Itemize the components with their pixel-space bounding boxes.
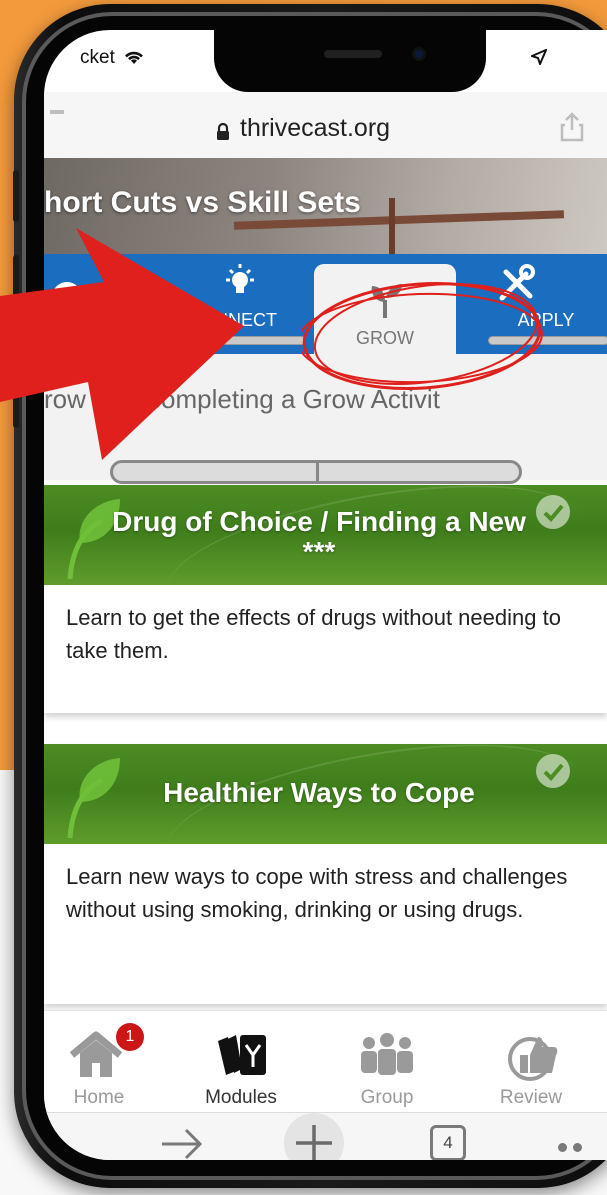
forward-arrow-icon[interactable] — [160, 1127, 204, 1160]
lock-icon — [217, 123, 229, 140]
activity-card[interactable]: Drug of Choice / Finding a New *** Learn… — [44, 485, 607, 713]
nav-group[interactable]: Group — [332, 1011, 442, 1113]
red-arrow-annotation — [0, 228, 244, 460]
front-camera — [412, 47, 426, 61]
location-arrow-icon — [531, 49, 547, 65]
tabs-count-button[interactable]: 4 — [430, 1125, 466, 1160]
modules-icon — [218, 1035, 266, 1075]
nav-group-label: Group — [360, 1087, 414, 1108]
checkmark-icon — [536, 495, 570, 529]
plus-icon — [296, 1125, 332, 1160]
nav-review[interactable]: Review — [476, 1011, 586, 1113]
nav-home[interactable]: 1 Home — [44, 1011, 154, 1113]
carrier-label: cket — [80, 47, 115, 68]
address-bar-edge-icon — [50, 110, 64, 140]
wifi-icon — [125, 51, 143, 64]
activity-card-description: Learn to get the effects of drugs withou… — [66, 605, 561, 663]
browser-toolbar: 4 — [44, 1112, 607, 1160]
activity-card-header: Healthier Ways to Cope — [44, 744, 607, 844]
activity-card-title: Healthier Ways to Cope — [163, 777, 475, 808]
activity-card-description: Learn new ways to cope with stress and c… — [66, 864, 568, 922]
phone-notch — [214, 30, 486, 92]
nav-modules-label: Modules — [205, 1087, 277, 1108]
nav-review-label: Review — [499, 1087, 563, 1108]
nav-home-label: Home — [73, 1087, 125, 1108]
activity-card-header: Drug of Choice / Finding a New *** — [44, 485, 607, 585]
progress-bar-divider — [316, 460, 319, 484]
back-arrow-icon[interactable] — [44, 1143, 58, 1147]
activity-card-title: Drug of Choice / Finding a New *** — [112, 506, 526, 567]
checkmark-icon — [536, 754, 570, 788]
highlight-circle-annotation — [302, 281, 543, 391]
nav-modules[interactable]: Modules — [186, 1011, 296, 1113]
new-tab-button[interactable] — [284, 1113, 344, 1160]
share-icon[interactable] — [560, 112, 584, 142]
more-menu-icon[interactable] — [558, 1139, 582, 1157]
notification-badge: 1 — [116, 1023, 144, 1051]
app-bottom-nav: 1 Home Modules Group Review — [44, 1010, 607, 1112]
speaker-grille — [324, 50, 382, 58]
group-icon — [361, 1033, 413, 1075]
activity-card[interactable]: Healthier Ways to Cope Learn new ways to… — [44, 744, 607, 1004]
browser-address-bar[interactable]: thrivecast.org — [44, 92, 607, 162]
url-text[interactable]: thrivecast.org — [240, 114, 390, 143]
thumbs-up-icon — [508, 1037, 558, 1081]
